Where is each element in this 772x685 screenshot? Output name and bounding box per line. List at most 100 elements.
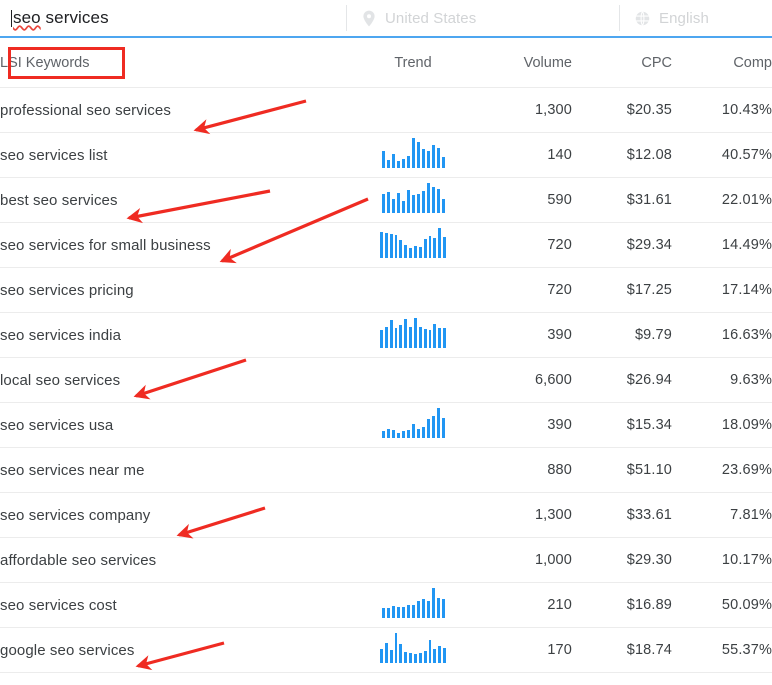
keyword-cell[interactable]: affordable seo services — [0, 537, 358, 583]
sparkline-bar — [431, 186, 435, 213]
trend-cell — [358, 447, 468, 493]
sparkline-bar — [436, 597, 440, 618]
table-row[interactable]: seo services usa 390 $15.34 18.09% — [0, 402, 772, 448]
cpc-cell: $31.61 — [572, 177, 672, 223]
sparkline-bar — [414, 245, 417, 258]
sparkline-bar — [443, 236, 447, 258]
sparkline-bar — [379, 329, 383, 348]
column-header-cpc[interactable]: CPC — [572, 38, 672, 88]
keyword-cell[interactable]: local seo services — [0, 357, 358, 403]
sparkline-bar — [433, 648, 437, 663]
keyword-cell[interactable]: best seo services — [0, 177, 358, 223]
sparkline-bar — [394, 327, 398, 348]
trend-sparkline — [380, 137, 446, 168]
sparkline-bar — [416, 600, 420, 618]
trend-cell — [358, 87, 468, 133]
sparkline-bar — [381, 150, 385, 168]
keyword-cell[interactable]: google seo services — [0, 627, 358, 673]
table-row[interactable]: seo services for small business 720 $29.34… — [0, 222, 772, 268]
table-row[interactable]: seo services india 390 $9.79 16.63% — [0, 312, 772, 358]
volume-cell: 880 — [468, 447, 572, 493]
column-header-volume[interactable]: Volume — [468, 38, 572, 88]
sparkline-bar — [391, 198, 395, 213]
table-row[interactable]: google seo services 170 $18.74 55.37% — [0, 627, 772, 673]
sparkline-bar — [438, 227, 442, 258]
sparkline-bar — [421, 190, 425, 213]
table-row[interactable]: professional seo services 1,300 $20.35 10.4… — [0, 87, 772, 133]
volume-cell: 720 — [468, 222, 572, 268]
location-selector[interactable]: United States — [347, 10, 619, 27]
trend-cell — [358, 132, 468, 178]
volume-cell: 390 — [468, 312, 572, 358]
search-input[interactable]: seo services — [0, 8, 346, 28]
table-body: professional seo services 1,300 $20.35 10.4… — [0, 87, 772, 673]
keyword-cell[interactable]: seo services near me — [0, 447, 358, 493]
sparkline-bar — [441, 156, 445, 168]
sparkline-bar — [379, 231, 383, 258]
sparkline-bar — [391, 153, 395, 168]
column-header-keywords[interactable]: LSI Keywords — [0, 38, 358, 88]
table-row[interactable]: affordable seo services 1,000 $29.30 10.17% — [0, 537, 772, 583]
table-row[interactable]: seo services list 140 $12.08 40.57% — [0, 132, 772, 178]
trend-cell — [358, 402, 468, 448]
sparkline-bar — [384, 326, 388, 348]
sparkline-bar — [381, 430, 385, 438]
table-row[interactable]: best seo services 590 $31.61 22.01% — [0, 177, 772, 223]
cpc-cell: $12.08 — [572, 132, 672, 178]
trend-cell — [358, 222, 468, 268]
trend-sparkline — [379, 227, 447, 258]
keyword-cell[interactable]: seo services india — [0, 312, 358, 358]
comp-cell: 40.57% — [672, 132, 772, 178]
cpc-cell: $17.25 — [572, 267, 672, 313]
sparkline-bar — [404, 318, 408, 348]
keyword-cell[interactable]: seo services list — [0, 132, 358, 178]
sparkline-bar — [431, 587, 435, 618]
sparkline-bar — [416, 428, 420, 438]
volume-cell: 210 — [468, 582, 572, 628]
column-header-trend[interactable]: Trend — [358, 38, 468, 88]
cpc-cell: $16.89 — [572, 582, 672, 628]
sparkline-bar — [399, 324, 403, 348]
sparkline-bar — [396, 160, 400, 168]
sparkline-bar — [423, 238, 427, 258]
sparkline-bar — [443, 327, 447, 348]
sparkline-bar — [386, 428, 390, 438]
comp-cell: 23.69% — [672, 447, 772, 493]
trend-cell — [358, 492, 468, 538]
sparkline-bar — [411, 137, 415, 168]
sparkline-bar — [428, 235, 432, 258]
sparkline-bar — [384, 232, 388, 258]
sparkline-bar — [389, 649, 393, 663]
sparkline-bar — [396, 192, 400, 213]
keyword-cell[interactable]: seo services for small business — [0, 222, 358, 268]
sparkline-bar — [411, 423, 415, 438]
comp-cell: 10.43% — [672, 87, 772, 133]
table-row[interactable]: local seo services 6,600 $26.94 9.63% — [0, 357, 772, 403]
keyword-cell[interactable]: seo services cost — [0, 582, 358, 628]
language-selector[interactable]: English — [620, 10, 772, 27]
sparkline-bar — [441, 417, 445, 438]
comp-cell: 22.01% — [672, 177, 772, 223]
cpc-cell: $18.74 — [572, 627, 672, 673]
table-row[interactable]: seo services near me 880 $51.10 23.69% — [0, 447, 772, 493]
comp-cell: 14.49% — [672, 222, 772, 268]
trend-cell — [358, 582, 468, 628]
keyword-cell[interactable]: professional seo services — [0, 87, 358, 133]
cpc-cell: $29.34 — [572, 222, 672, 268]
sparkline-bar — [406, 604, 410, 618]
table-row[interactable]: seo services cost 210 $16.89 50.09% — [0, 582, 772, 628]
column-header-comp[interactable]: Comp — [672, 38, 772, 88]
volume-cell: 1,300 — [468, 492, 572, 538]
sparkline-bar — [431, 144, 435, 168]
sparkline-bar — [409, 326, 412, 348]
comp-cell: 55.37% — [672, 627, 772, 673]
sparkline-bar — [401, 158, 405, 168]
keyword-cell[interactable]: seo services usa — [0, 402, 358, 448]
table-row[interactable]: seo services company 1,300 $33.61 7.81% — [0, 492, 772, 538]
volume-cell: 170 — [468, 627, 572, 673]
trend-sparkline — [379, 317, 447, 348]
keyword-cell[interactable]: seo services pricing — [0, 267, 358, 313]
keyword-cell[interactable]: seo services company — [0, 492, 358, 538]
table-row[interactable]: seo services pricing 720 $17.25 17.14% — [0, 267, 772, 313]
sparkline-bar — [389, 319, 393, 348]
